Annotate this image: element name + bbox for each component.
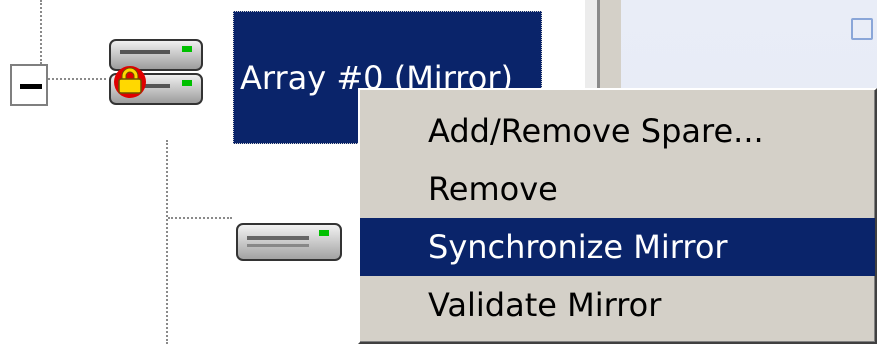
menu-item-synchronize-mirror[interactable]: Synchronize Mirror <box>360 218 875 276</box>
tree-line-toggle <box>48 78 106 80</box>
tree-line-child <box>168 217 232 219</box>
minus-icon <box>20 84 42 89</box>
panel-widget-icon <box>851 18 873 40</box>
hard-disk-icon[interactable] <box>233 218 345 268</box>
raid-array-locked-icon[interactable] <box>106 36 218 112</box>
menu-item-add-remove-spare[interactable]: Add/Remove Spare... <box>360 102 875 160</box>
tree-line-top <box>40 0 42 64</box>
menu-item-remove[interactable]: Remove <box>360 160 875 218</box>
tree-line-children <box>166 140 168 344</box>
context-menu: Add/Remove Spare... Remove Synchronize M… <box>358 88 877 344</box>
menu-item-validate-mirror[interactable]: Validate Mirror <box>360 276 875 334</box>
collapse-toggle[interactable] <box>10 64 48 106</box>
